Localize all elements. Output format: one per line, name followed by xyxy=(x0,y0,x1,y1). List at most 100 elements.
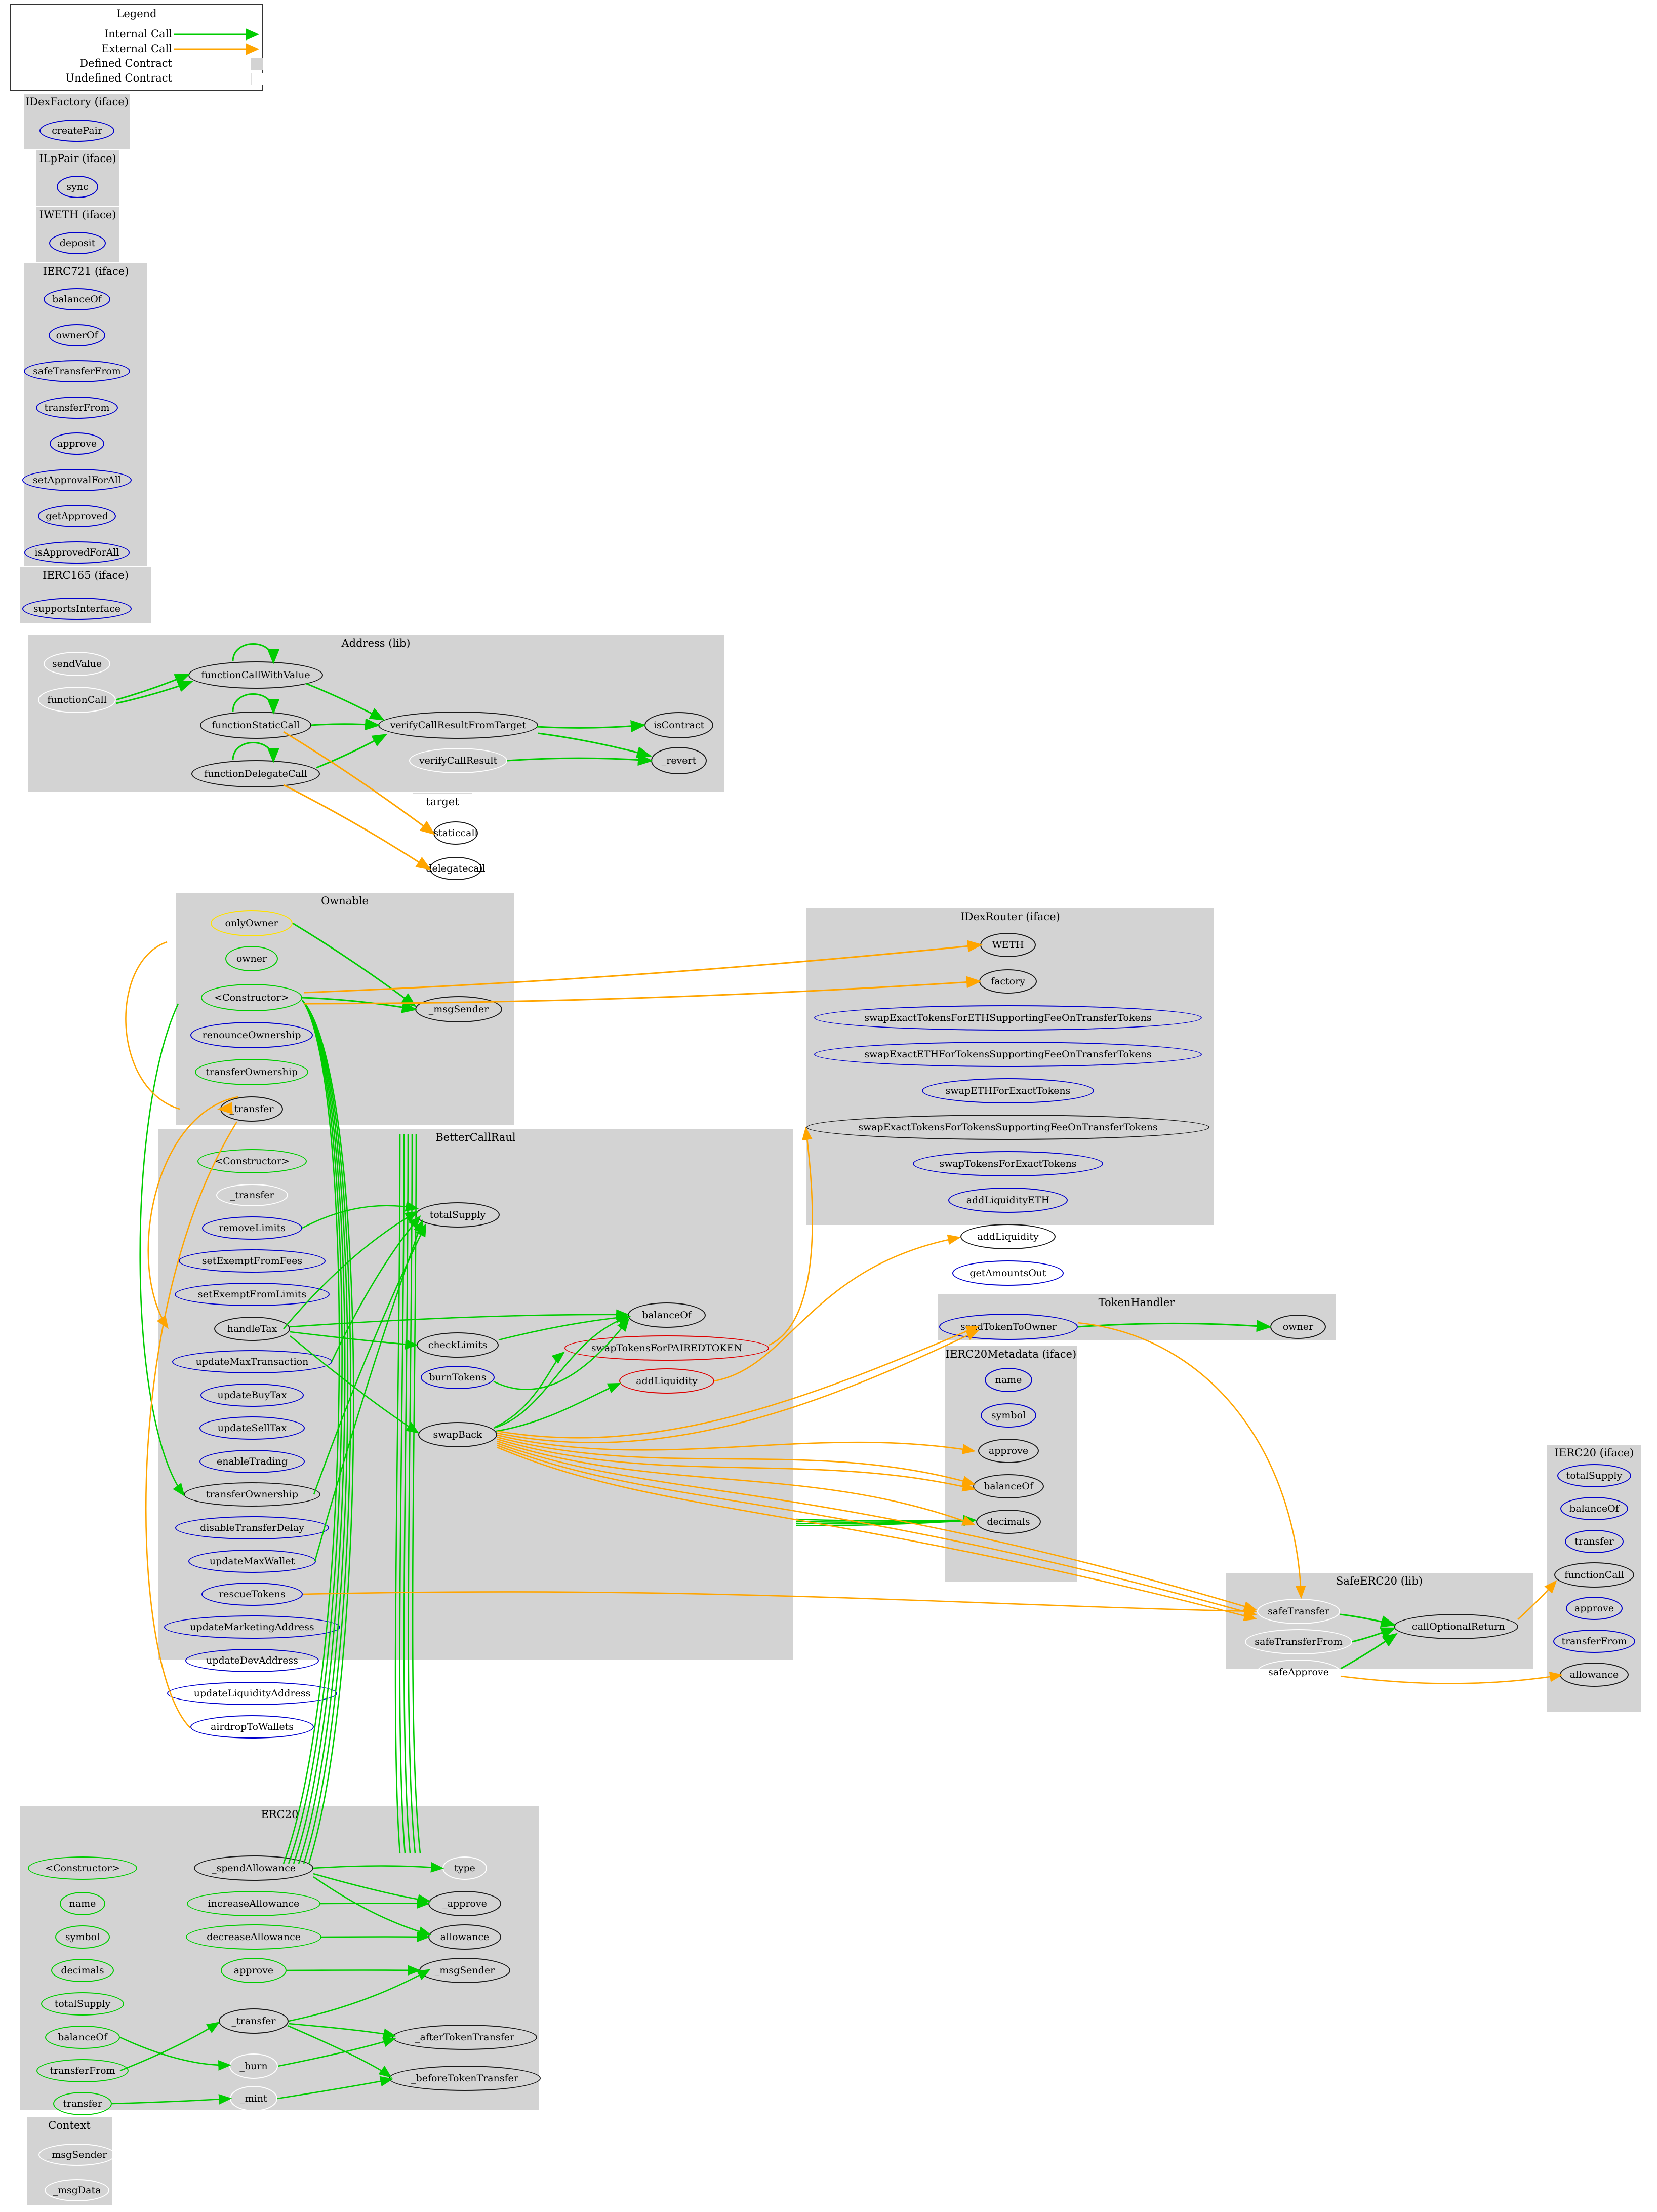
function-node-transferownership[interactable]: transferOwnership xyxy=(184,1482,320,1507)
function-node-totalsupply[interactable]: totalSupply xyxy=(1557,1464,1631,1487)
function-node-transfer[interactable]: _transfer xyxy=(219,2008,289,2034)
function-node-revert[interactable]: _revert xyxy=(651,747,707,774)
function-node-increaseallowance[interactable]: increaseAllowance xyxy=(187,1891,320,1916)
function-node-renounceownership[interactable]: renounceOwnership xyxy=(190,1022,313,1048)
function-node-allowance[interactable]: allowance xyxy=(428,1924,501,1950)
function-node-msgsender[interactable]: _msgSender xyxy=(415,996,502,1022)
function-node-updatemarketingaddress[interactable]: updateMarketingAddress xyxy=(164,1615,340,1639)
function-node-airdroptowallets[interactable]: airdropToWallets xyxy=(190,1715,314,1739)
function-node-weth[interactable]: WETH xyxy=(980,933,1036,957)
function-node-transfer[interactable]: _transfer xyxy=(216,1184,288,1206)
function-node-sendvalue[interactable]: sendValue xyxy=(44,652,110,676)
function-node-mint[interactable]: _mint xyxy=(230,2086,277,2111)
function-node-transferfrom[interactable]: transferFrom xyxy=(1553,1630,1635,1653)
function-node-swapexacttokensforethsupportingfeeontransfertokens[interactable]: swapExactTokensForETHSupportingFeeOnTran… xyxy=(814,1005,1202,1031)
function-node-functioncall[interactable]: functionCall xyxy=(1554,1562,1634,1588)
function-node-setapprovalforall[interactable]: setApprovalForAll xyxy=(22,469,132,491)
function-node-setexemptfromlimits[interactable]: setExemptFromLimits xyxy=(175,1283,330,1306)
function-node-verifycallresult[interactable]: verifyCallResult xyxy=(409,748,507,773)
function-node-type[interactable]: type xyxy=(442,1856,487,1880)
function-node-msgdata[interactable]: _msgData xyxy=(45,2179,109,2201)
function-node-symbol[interactable]: symbol xyxy=(981,1403,1036,1428)
function-node-name[interactable]: name xyxy=(985,1368,1032,1392)
function-node-decimals[interactable]: decimals xyxy=(51,1959,114,1982)
function-node-addliquidity[interactable]: addLiquidity xyxy=(960,1224,1056,1249)
function-node-getapproved[interactable]: getApproved xyxy=(38,505,116,527)
function-node-aftertokentransfer[interactable]: _afterTokenTransfer xyxy=(392,2025,537,2050)
function-node-swapexacttokensfortokenssupportingfeeontransfertokens[interactable]: swapExactTokensForTokensSupportingFeeOnT… xyxy=(806,1115,1209,1140)
function-node-burn[interactable]: _burn xyxy=(229,2053,278,2079)
function-node-ownerof[interactable]: ownerOf xyxy=(49,324,105,346)
function-node-updatedevaddress[interactable]: updateDevAddress xyxy=(185,1649,319,1672)
function-node-spendallowance[interactable]: _spendAllowance xyxy=(194,1855,313,1881)
function-node-createpair[interactable]: createPair xyxy=(39,120,114,142)
function-node-beforetokentransfer[interactable]: _beforeTokenTransfer xyxy=(389,2066,541,2091)
function-node-removelimits[interactable]: removeLimits xyxy=(202,1216,302,1240)
function-node-approve[interactable]: approve xyxy=(1566,1597,1623,1620)
function-node-safetransfer[interactable]: safeTransfer xyxy=(1257,1599,1340,1624)
function-node-staticcall[interactable]: staticcall xyxy=(433,821,478,845)
function-node-iscontract[interactable]: isContract xyxy=(644,712,713,738)
function-node-safetransferfrom[interactable]: safeTransferFrom xyxy=(24,360,130,382)
function-node-updateliquidityaddress[interactable]: updateLiquidityAddress xyxy=(167,1682,337,1705)
function-node-addliquidityeth[interactable]: addLiquidityETH xyxy=(948,1188,1068,1213)
function-node-allowance[interactable]: allowance xyxy=(1560,1663,1629,1687)
function-node-transfer[interactable]: _transfer xyxy=(220,1096,283,1122)
function-node-functiondelegatecall[interactable]: functionDelegateCall xyxy=(191,760,320,787)
function-node-burntokens[interactable]: burnTokens xyxy=(421,1366,495,1389)
function-node-totalsupply[interactable]: totalSupply xyxy=(41,1992,124,2016)
function-node-safetransferfrom[interactable]: safeTransferFrom xyxy=(1245,1629,1352,1654)
function-node-swaptokensforpairedtoken[interactable]: swapTokensForPAIREDTOKEN xyxy=(564,1335,769,1361)
function-node-balanceof[interactable]: balanceOf xyxy=(44,288,110,310)
function-node-deposit[interactable]: deposit xyxy=(49,232,106,254)
function-node-functionstaticcall[interactable]: functionStaticCall xyxy=(200,712,311,739)
function-node-transfer[interactable]: transfer xyxy=(53,2092,112,2115)
function-node-transfer[interactable]: transfer xyxy=(1565,1530,1624,1553)
function-node-owner[interactable]: owner xyxy=(1270,1315,1326,1339)
function-node-totalsupply[interactable]: totalSupply xyxy=(416,1202,500,1228)
function-node-msgsender[interactable]: _msgSender xyxy=(419,1958,510,1983)
function-node-updatebuytax[interactable]: updateBuyTax xyxy=(200,1384,304,1407)
function-node-updatemaxwallet[interactable]: updateMaxWallet xyxy=(188,1550,316,1573)
function-node-owner[interactable]: owner xyxy=(225,946,278,971)
function-node-constructor[interactable]: <Constructor> xyxy=(197,1149,307,1173)
function-node-approve[interactable]: approve xyxy=(50,432,104,455)
function-node-checklimits[interactable]: checkLimits xyxy=(417,1332,499,1358)
function-node-rescuetokens[interactable]: rescueTokens xyxy=(201,1583,303,1606)
function-node-balanceof[interactable]: balanceOf xyxy=(1560,1497,1628,1520)
function-node-calloptionalreturn[interactable]: _callOptionalReturn xyxy=(1394,1614,1518,1639)
function-node-sendtokentoowner[interactable]: sendTokenToOwner xyxy=(939,1314,1078,1340)
function-node-onlyowner[interactable]: onlyOwner xyxy=(211,910,293,936)
function-node-transferfrom[interactable]: transferFrom xyxy=(36,397,118,419)
function-node-constructor[interactable]: <Constructor> xyxy=(201,984,302,1011)
function-node-swapethforexacttokens[interactable]: swapETHForExactTokens xyxy=(922,1078,1094,1103)
function-node-approve[interactable]: _approve xyxy=(428,1891,501,1916)
function-node-setexemptfromfees[interactable]: setExemptFromFees xyxy=(179,1249,326,1273)
function-node-supportsinterface[interactable]: supportsInterface xyxy=(22,598,132,620)
function-node-getamountsout[interactable]: getAmountsOut xyxy=(952,1260,1064,1286)
function-node-functioncall[interactable]: functionCall xyxy=(38,687,116,713)
function-node-updateselltax[interactable]: updateSellTax xyxy=(199,1416,305,1440)
function-node-name[interactable]: name xyxy=(60,1892,105,1915)
function-node-balanceof[interactable]: balanceOf xyxy=(973,1474,1044,1498)
function-node-functioncallwithvalue[interactable]: functionCallWithValue xyxy=(188,661,323,689)
function-node-msgsender[interactable]: _msgSender xyxy=(38,2144,115,2166)
function-node-symbol[interactable]: symbol xyxy=(55,1925,110,1949)
function-node-approve[interactable]: approve xyxy=(978,1439,1039,1463)
function-node-isapprovedforall[interactable]: isApprovedForAll xyxy=(24,541,130,564)
function-node-handletax[interactable]: handleTax xyxy=(214,1317,290,1341)
function-node-balanceof[interactable]: balanceOf xyxy=(628,1302,706,1328)
function-node-decreaseallowance[interactable]: decreaseAllowance xyxy=(186,1924,321,1950)
function-node-updatemaxtransaction[interactable]: updateMaxTransaction xyxy=(172,1350,332,1373)
function-node-transferfrom[interactable]: transferFrom xyxy=(36,2059,129,2082)
function-node-balanceof[interactable]: balanceOf xyxy=(45,2026,120,2049)
function-node-safeapprove[interactable]: safeApprove xyxy=(1257,1660,1341,1685)
function-node-transferownership[interactable]: transferOwnership xyxy=(195,1059,308,1085)
function-node-swapexactethfortokenssupportingfeeontransfertokens[interactable]: swapExactETHForTokensSupportingFeeOnTran… xyxy=(814,1042,1202,1067)
function-node-swaptokensforexacttokens[interactable]: swapTokensForExactTokens xyxy=(913,1151,1103,1176)
function-node-factory[interactable]: factory xyxy=(979,969,1037,994)
function-node-swapback[interactable]: swapBack xyxy=(418,1422,497,1447)
function-node-verifycallresultfromtarget[interactable]: verifyCallResultFromTarget xyxy=(378,712,538,739)
function-node-enabletrading[interactable]: enableTrading xyxy=(199,1450,305,1473)
function-node-sync[interactable]: sync xyxy=(57,176,98,198)
